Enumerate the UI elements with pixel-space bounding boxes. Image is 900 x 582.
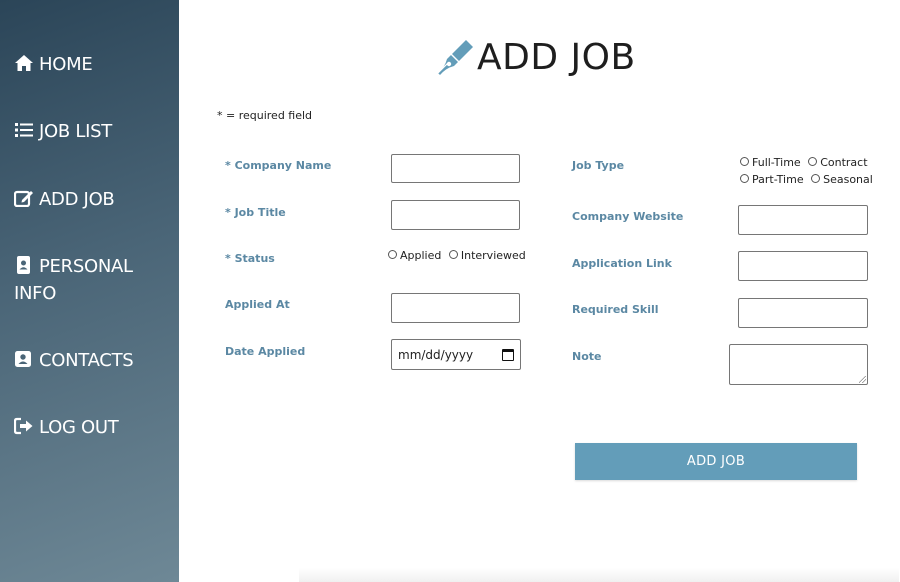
applied-at-input[interactable]	[391, 293, 520, 323]
status-radio-group: Applied Interviewed	[388, 249, 530, 262]
edit-icon	[14, 189, 34, 207]
fountain-pen-icon	[437, 37, 475, 77]
application-link-label: Application Link	[572, 257, 672, 270]
job-type-label: Job Type	[572, 159, 625, 172]
contact-icon	[14, 350, 34, 368]
sidebar-item-label: LOG OUT	[39, 417, 119, 438]
required-skill-label: Required Skill	[572, 303, 659, 316]
sidebar-item-label: ADD JOB	[39, 189, 115, 210]
sidebar: HOME JOB LIST ADD JOB PERSONAL INFO CONT…	[0, 0, 179, 582]
applied-at-label: Applied At	[225, 298, 290, 311]
company-website-label: Company Website	[572, 210, 684, 223]
job-type-radio-row-2: Part-Time Seasonal	[740, 173, 877, 186]
date-applied-input[interactable]: mm/dd/yyyy	[391, 339, 521, 370]
sidebar-item-home[interactable]: HOME	[14, 51, 174, 78]
resize-handle-icon[interactable]	[859, 376, 866, 383]
sidebar-item-label: HOME	[39, 54, 93, 75]
sidebar-item-personal-info[interactable]: PERSONAL INFO	[14, 253, 174, 307]
note-textarea[interactable]	[729, 344, 868, 385]
sidebar-item-log-out[interactable]: LOG OUT	[14, 414, 174, 441]
radio-button[interactable]	[740, 157, 749, 166]
add-job-button[interactable]: ADD JOB	[575, 443, 857, 480]
sidebar-item-label: JOB LIST	[39, 121, 112, 142]
bottom-shadow	[299, 568, 899, 582]
company-name-label: * Company Name	[225, 159, 332, 172]
radio-button[interactable]	[448, 250, 458, 259]
id-card-icon	[14, 256, 34, 274]
status-label: * Status	[225, 252, 275, 265]
radio-button[interactable]	[808, 157, 818, 166]
job-title-label: * Job Title	[225, 206, 286, 219]
radio-button[interactable]	[811, 174, 821, 183]
sidebar-item-contacts[interactable]: CONTACTS	[14, 347, 174, 374]
page-title: ADD JOB	[477, 36, 636, 78]
date-applied-label: Date Applied	[225, 345, 306, 358]
required-skill-input[interactable]	[738, 298, 868, 328]
page-header: ADD JOB	[437, 34, 636, 80]
sidebar-item-add-job[interactable]: ADD JOB	[14, 186, 174, 213]
main-content: ADD JOB * = required field * Company Nam…	[179, 0, 900, 582]
job-type-option-part-time[interactable]: Part-Time	[740, 173, 804, 186]
required-field-note: * = required field	[217, 109, 313, 122]
sidebar-item-label: CONTACTS	[39, 350, 134, 371]
radio-button[interactable]	[388, 250, 397, 259]
calendar-icon[interactable]	[502, 348, 514, 361]
company-name-input[interactable]	[391, 154, 520, 183]
sidebar-item-job-list[interactable]: JOB LIST	[14, 118, 174, 145]
status-option-applied[interactable]: Applied	[388, 249, 441, 262]
company-website-input[interactable]	[738, 205, 868, 235]
logout-icon	[14, 417, 34, 435]
job-type-option-full-time[interactable]: Full-Time	[740, 156, 801, 169]
list-icon	[14, 121, 34, 139]
note-label: Note	[572, 350, 602, 363]
job-type-option-contract[interactable]: Contract	[808, 156, 868, 169]
job-title-input[interactable]	[391, 200, 520, 230]
job-type-radio-row-1: Full-Time Contract	[740, 156, 872, 169]
home-icon	[14, 54, 34, 72]
application-link-input[interactable]	[738, 251, 868, 281]
status-option-interviewed[interactable]: Interviewed	[448, 249, 526, 262]
job-type-option-seasonal[interactable]: Seasonal	[811, 173, 873, 186]
radio-button[interactable]	[740, 174, 749, 183]
date-placeholder: mm/dd/yyyy	[398, 347, 474, 362]
